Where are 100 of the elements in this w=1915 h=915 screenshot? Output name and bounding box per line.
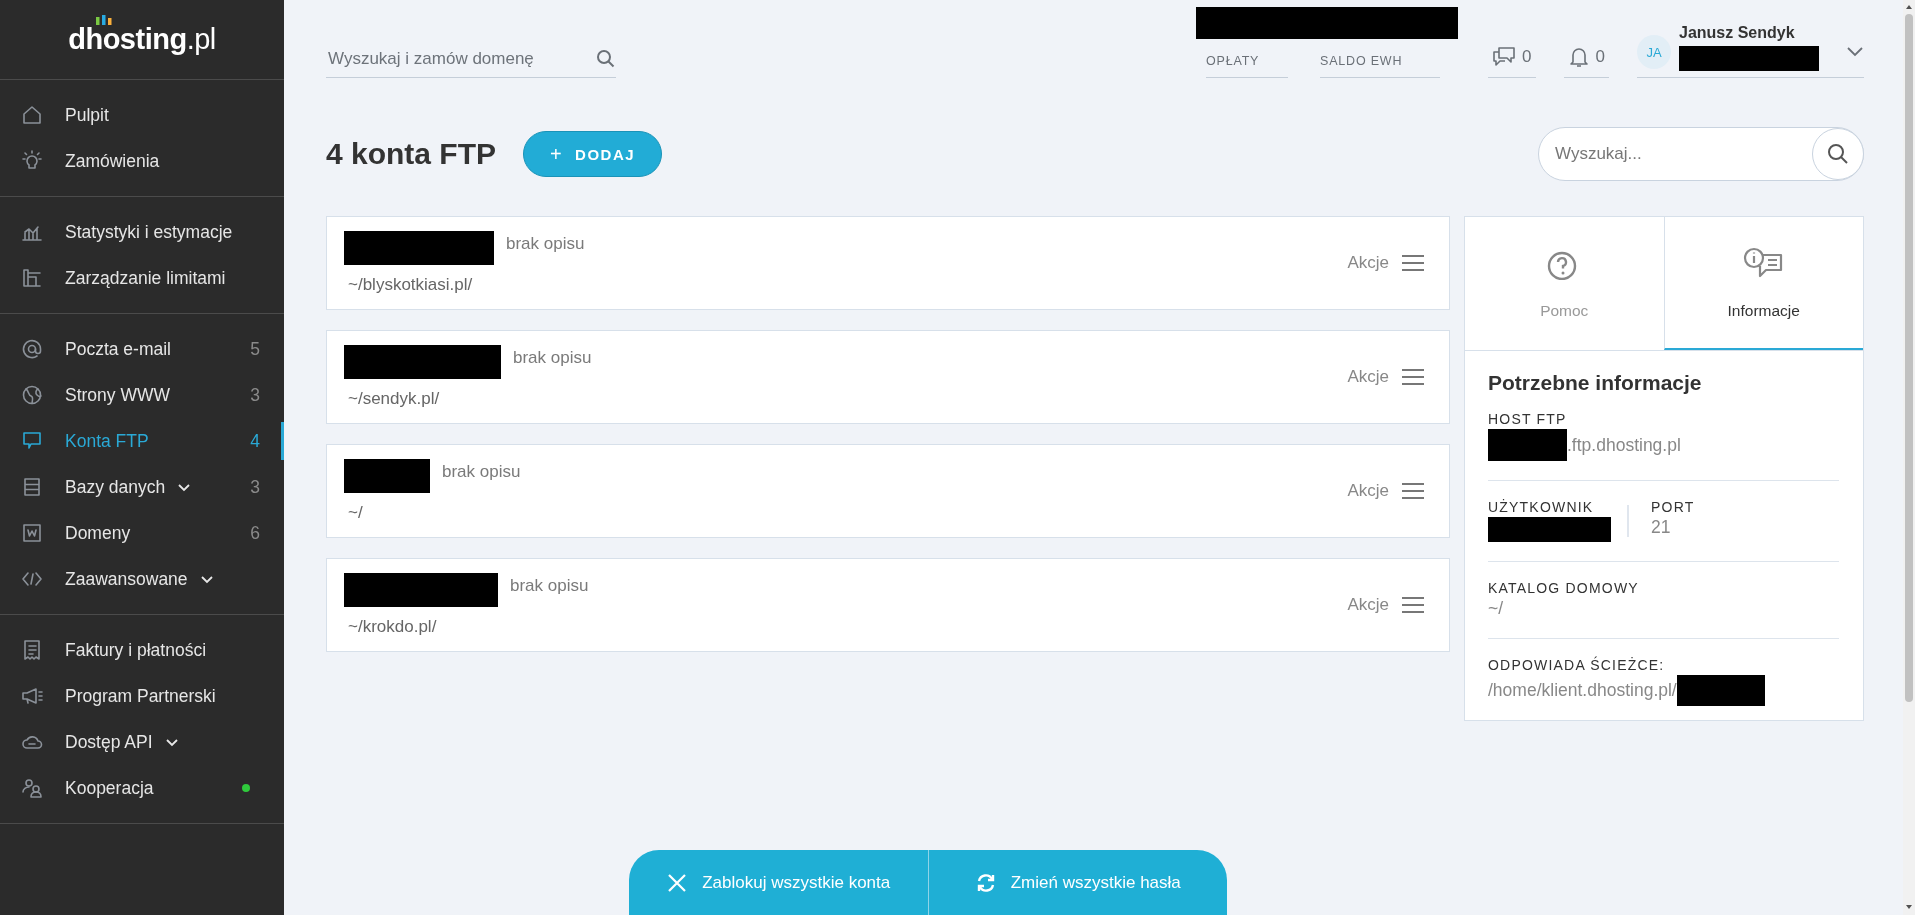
sidebar-label: Statystyki i estymacje <box>65 221 233 243</box>
home-icon <box>21 104 43 126</box>
sidebar-label: Zaawansowane <box>65 568 188 590</box>
layout-icon <box>21 267 43 289</box>
item-count: 4 <box>250 430 260 452</box>
sidebar-item[interactable]: Bazy danych 3 <box>0 464 284 510</box>
sidebar-item[interactable]: Zaawansowane <box>0 556 284 602</box>
account-path: ~/krokdo.pl/ <box>347 617 438 637</box>
bell-icon <box>1567 46 1590 68</box>
field-label: KATALOG DOMOWY <box>1488 580 1640 596</box>
menu-icon <box>1401 482 1425 500</box>
chevron-down-icon <box>1846 45 1864 57</box>
item-count: 5 <box>250 338 260 360</box>
sidebar-item[interactable]: Faktury i płatności <box>0 627 284 673</box>
chevron-down-icon <box>199 573 214 585</box>
item-count: 3 <box>250 384 260 406</box>
actions-menu[interactable]: Akcje <box>1347 595 1425 615</box>
sidebar-label: Domeny <box>65 522 131 544</box>
sidebar-label: Kooperacja <box>65 777 154 799</box>
item-count: 3 <box>250 476 260 498</box>
people-icon <box>21 777 43 799</box>
sidebar-label: Dostęp API <box>65 731 153 753</box>
sidebar-label: Zamówienia <box>65 150 160 172</box>
domain-icon <box>21 522 43 544</box>
account-path: ~/sendyk.pl/ <box>347 389 441 409</box>
menu-icon <box>1401 254 1425 272</box>
sidebar-label: Faktury i płatności <box>65 639 207 661</box>
item-count: 6 <box>250 522 260 544</box>
notifications-count: 0 <box>1595 47 1605 67</box>
avatar: JA <box>1637 35 1671 69</box>
scrollbar[interactable] <box>1903 0 1915 915</box>
messages-count: 0 <box>1522 47 1532 67</box>
search-field[interactable]: Wyszukaj... <box>1538 127 1864 181</box>
field-value: /home/klient.dhosting.pl/ <box>1488 680 1677 701</box>
account-description: brak opisu <box>510 576 589 596</box>
sidebar-item[interactable]: Strony WWW 3 <box>0 372 284 418</box>
user-menu[interactable]: JA Janusz Sendyk <box>1637 0 1864 78</box>
menu-icon <box>1401 596 1425 614</box>
sidebar-item[interactable]: Zarządzanie limitami <box>0 255 284 301</box>
status-dot <box>242 784 250 792</box>
sidebar-item[interactable]: Statystyki i estymacje <box>0 209 284 255</box>
account-description: brak opisu <box>513 348 592 368</box>
panel-title: Potrzebne informacje <box>1488 371 1703 395</box>
active-indicator <box>281 422 284 460</box>
sidebar-label: Zarządzanie limitami <box>65 267 226 289</box>
user-name: Janusz Sendyk <box>1679 24 1796 42</box>
sidebar-label: Konta FTP <box>65 430 149 452</box>
ftp-account-card[interactable]: brak opisu ~/ Akcje <box>326 444 1450 538</box>
database-icon <box>21 476 43 498</box>
sidebar-label: Strony WWW <box>65 384 170 406</box>
field-label: PORT <box>1651 499 1695 515</box>
account-path: ~/ <box>347 503 364 523</box>
account-path: ~/blyskotkiasi.pl/ <box>347 275 474 295</box>
search-icon <box>596 48 616 69</box>
close-icon <box>666 872 689 894</box>
chevron-down-icon <box>164 736 179 748</box>
sidebar-item[interactable]: Kooperacja <box>0 765 284 811</box>
sidebar-item[interactable]: Domeny 6 <box>0 510 284 556</box>
actions-menu[interactable]: Akcje <box>1347 481 1425 501</box>
notifications-button[interactable]: 0 <box>1563 46 1609 78</box>
messages-button[interactable]: 0 <box>1488 46 1536 78</box>
logo[interactable]: dhosting.pl <box>68 23 216 55</box>
sidebar-label: Program Partnerski <box>65 685 216 707</box>
lightbulb-icon <box>21 150 43 172</box>
menu-icon <box>1401 368 1425 386</box>
balance-label: OPŁATY <box>1206 54 1289 78</box>
sidebar-item[interactable]: Pulpit <box>0 92 284 138</box>
ftp-account-card[interactable]: brak opisu ~/krokdo.pl/ Akcje <box>326 558 1450 652</box>
at-sign-icon <box>21 338 43 360</box>
sidebar-label: Poczta e-mail <box>65 338 171 360</box>
account-description: brak opisu <box>506 234 585 254</box>
page-title: 4 konta FTP <box>326 137 497 171</box>
logo-bars-icon <box>96 15 113 25</box>
actions-menu[interactable]: Akcje <box>1347 253 1425 273</box>
account-description: brak opisu <box>442 462 521 482</box>
sidebar-label: Bazy danych <box>65 476 166 498</box>
field-value: .ftp.dhosting.pl <box>1567 434 1681 456</box>
search-button[interactable] <box>1812 128 1864 180</box>
field-label: ODPOWIADA ŚCIEŻCE: <box>1488 657 1666 673</box>
field-value: 21 <box>1651 517 1672 538</box>
sidebar-item[interactable]: Dostęp API <box>0 719 284 765</box>
sidebar-item[interactable]: Konta FTP 4 <box>0 418 284 464</box>
chevron-down-icon <box>177 481 192 493</box>
chat-bubbles-icon <box>1492 46 1517 68</box>
globe-icon <box>21 384 43 406</box>
ftp-account-card[interactable]: brak opisu ~/blyskotkiasi.pl/ Akcje <box>326 216 1450 310</box>
megaphone-icon <box>21 685 43 707</box>
sidebar-item[interactable]: Program Partnerski <box>0 673 284 719</box>
sidebar-item[interactable]: Poczta e-mail 5 <box>0 326 284 372</box>
search-icon <box>1827 143 1849 165</box>
field-label: HOST FTP <box>1488 411 1568 427</box>
field-value: ~/ <box>1488 598 1504 619</box>
search-field[interactable]: Wyszukaj i zamów domenę <box>326 44 616 78</box>
ftp-account-card[interactable]: brak opisu ~/sendyk.pl/ Akcje <box>326 330 1450 424</box>
sidebar-item[interactable]: Zamówienia <box>0 138 284 184</box>
search-input[interactable]: Wyszukaj i zamów domenę <box>326 48 596 69</box>
sidebar-label: Pulpit <box>65 104 109 126</box>
balance-label: SALDO EWH <box>1320 54 1441 78</box>
invoice-icon <box>21 639 43 661</box>
actions-menu[interactable]: Akcje <box>1347 367 1425 387</box>
